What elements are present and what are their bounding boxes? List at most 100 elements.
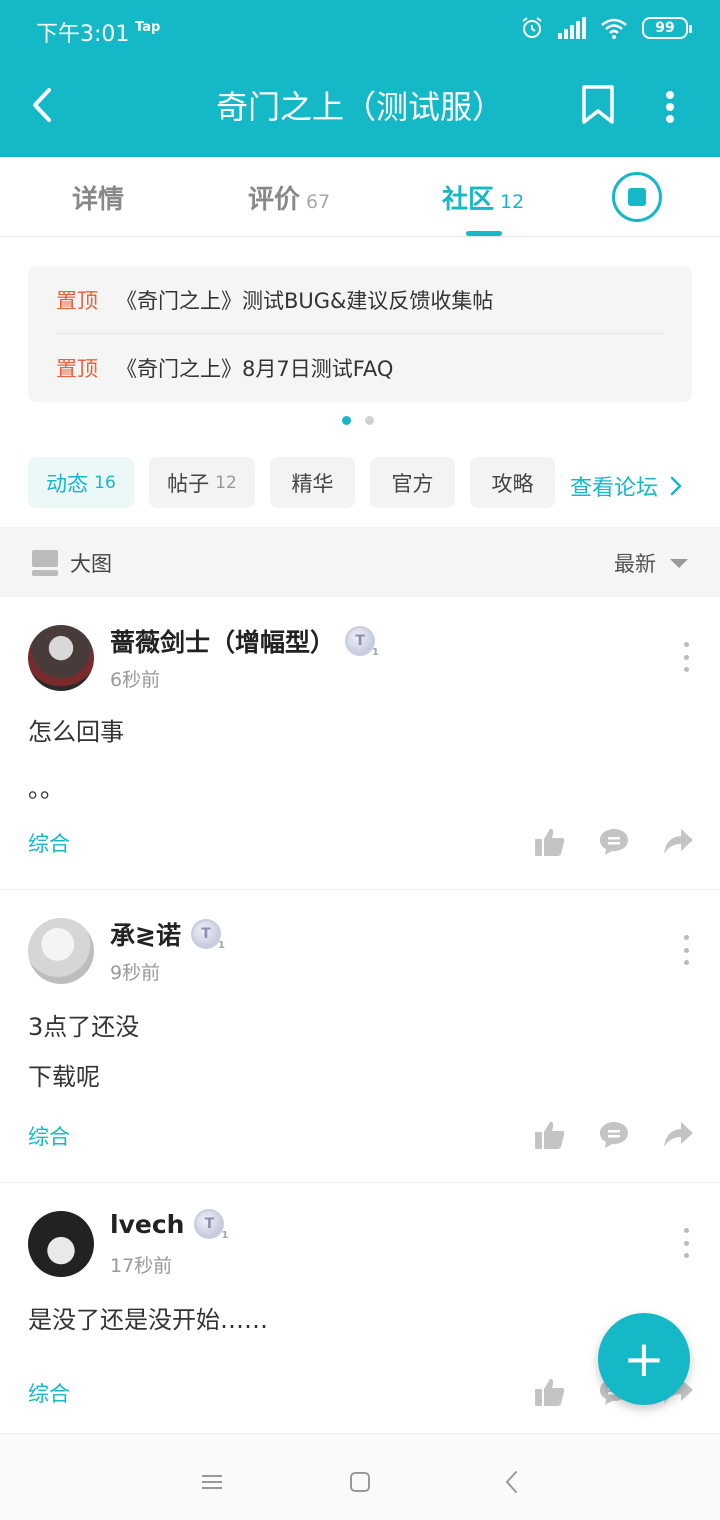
tab-details[interactable]: 详情 <box>72 179 124 216</box>
tab-community[interactable]: 社区 12 <box>442 179 524 216</box>
battery-level: 99 <box>655 20 675 36</box>
tab-count: 12 <box>500 191 525 213</box>
level-badge-icon: T1 <box>190 919 225 951</box>
avatar[interactable] <box>28 625 94 691</box>
feed-post[interactable]: 蔷薇剑士（增幅型） T1 6秒前 怎么回事 。。 综合 <box>0 597 720 890</box>
share-icon[interactable] <box>662 827 694 857</box>
chip-count: 16 <box>94 472 116 493</box>
post-text-line: 3点了还没 <box>28 1013 140 1041</box>
bookmark-button[interactable] <box>580 84 620 130</box>
nav-menu-button[interactable] <box>192 1462 232 1502</box>
stop-square-icon <box>628 188 646 206</box>
status-time: 下午3:01 <box>36 22 130 47</box>
post-author[interactable]: lvech T1 <box>110 1209 228 1241</box>
back-chevron-icon <box>505 1471 517 1493</box>
pinned-tag: 置顶 <box>56 357 98 381</box>
chip-official[interactable]: 官方 <box>370 457 455 508</box>
carousel-dot-active <box>342 416 351 425</box>
like-icon[interactable] <box>534 1120 566 1150</box>
tab-label: 详情 <box>72 185 125 215</box>
post-text-line: 怎么回事 <box>28 718 124 746</box>
tab-label: 评价 <box>248 185 301 215</box>
post-category[interactable]: 综合 <box>28 1121 70 1151</box>
home-square-icon <box>350 1472 370 1492</box>
carousel-indicator <box>342 416 374 425</box>
like-icon[interactable] <box>534 827 566 857</box>
pinned-post-title: 《奇门之上》8月7日测试FAQ <box>116 357 394 381</box>
create-post-button[interactable]: + <box>598 1313 690 1405</box>
chip-label: 攻略 <box>491 471 534 496</box>
username: lvech <box>110 1209 185 1239</box>
post-category[interactable]: 综合 <box>28 1378 70 1408</box>
post-text-line: 是没了还是没开始…… <box>28 1306 268 1334</box>
nav-back-button[interactable] <box>492 1462 532 1502</box>
post-author[interactable]: 蔷薇剑士（增幅型） T1 <box>110 623 379 659</box>
post-more-button[interactable] <box>678 935 694 965</box>
comment-icon[interactable] <box>598 1120 630 1150</box>
pinned-post[interactable]: 置顶 《奇门之上》8月7日测试FAQ <box>56 334 664 402</box>
avatar[interactable] <box>28 918 94 984</box>
more-options-button[interactable] <box>654 84 686 130</box>
post-more-button[interactable] <box>678 1228 694 1258</box>
post-category[interactable]: 综合 <box>28 828 70 858</box>
chip-label: 精华 <box>291 471 334 496</box>
menu-icon <box>202 1475 222 1489</box>
carousel-dot <box>365 416 374 425</box>
more-vertical-icon <box>666 91 674 123</box>
share-icon[interactable] <box>662 1120 694 1150</box>
status-icons: 99 <box>520 16 692 40</box>
pinned-posts-card: 置顶 《奇门之上》测试BUG&建议反馈收集帖 置顶 《奇门之上》8月7日测试FA… <box>28 266 692 402</box>
feed-post[interactable]: lvech T1 17秒前 是没了还是没开始…… 综合 <box>0 1183 720 1433</box>
status-bar: 下午3:01 Tap 99 <box>0 0 720 60</box>
post-text-line: 。。 <box>28 775 64 803</box>
chip-guides[interactable]: 攻略 <box>470 457 555 508</box>
post-author[interactable]: 承≷诺 T1 <box>110 916 225 952</box>
wifi-icon <box>601 18 627 39</box>
post-time: 17秒前 <box>110 1255 173 1277</box>
chip-featured[interactable]: 精华 <box>270 457 355 508</box>
dropdown-arrow-icon <box>670 558 688 568</box>
pinned-tag: 置顶 <box>56 288 98 313</box>
level-badge-icon: T1 <box>194 1209 228 1241</box>
tab-reviews[interactable]: 评价 67 <box>248 179 330 216</box>
battery-icon: 99 <box>642 17 692 39</box>
chip-label: 官方 <box>391 471 434 496</box>
nav-home-button[interactable] <box>340 1462 380 1502</box>
chip-label: 动态 <box>46 471 89 496</box>
active-tab-indicator <box>466 231 502 236</box>
view-mode-label: 大图 <box>70 552 112 576</box>
avatar[interactable] <box>28 1211 94 1277</box>
floating-window-button[interactable] <box>612 172 662 222</box>
system-nav-bar <box>0 1433 720 1520</box>
app-header: 奇门之上（测试服） <box>0 60 720 157</box>
feed-post[interactable]: 承≷诺 T1 9秒前 3点了还没 下载呢 综合 <box>0 890 720 1183</box>
username: 蔷薇剑士（增幅型） <box>110 628 336 657</box>
post-time: 9秒前 <box>110 962 161 984</box>
post-text-line: 下载呢 <box>28 1063 100 1091</box>
comment-icon[interactable] <box>598 827 630 857</box>
filter-bar: 大图 最新 <box>0 527 720 597</box>
view-forum-link[interactable]: 查看论坛 <box>570 470 682 502</box>
username: 承≷诺 <box>110 921 181 950</box>
level-badge-icon: T1 <box>345 626 379 658</box>
view-mode-toggle[interactable]: 大图 <box>32 548 112 578</box>
sort-dropdown[interactable]: 最新 <box>614 548 688 578</box>
alarm-icon <box>522 17 542 38</box>
app-topbar: 下午3:01 Tap 99 奇门之上（测试服） <box>0 0 720 157</box>
chip-label: 帖子 <box>167 471 210 496</box>
large-view-icon <box>32 550 58 576</box>
pinned-post[interactable]: 置顶 《奇门之上》测试BUG&建议反馈收集帖 <box>56 266 664 334</box>
post-more-button[interactable] <box>678 642 694 672</box>
like-icon[interactable] <box>534 1377 566 1407</box>
plus-icon: + <box>623 1330 665 1388</box>
view-forum-label: 查看论坛 <box>570 476 659 501</box>
chip-posts[interactable]: 帖子 12 <box>149 457 255 508</box>
signal-icon <box>558 17 586 39</box>
chevron-right-icon <box>670 476 682 496</box>
chip-count: 12 <box>215 472 237 493</box>
chip-feed[interactable]: 动态 16 <box>28 457 134 508</box>
sort-label: 最新 <box>614 552 656 576</box>
post-time: 6秒前 <box>110 669 161 691</box>
tab-count: 67 <box>306 191 331 213</box>
post-actions <box>534 1120 694 1150</box>
